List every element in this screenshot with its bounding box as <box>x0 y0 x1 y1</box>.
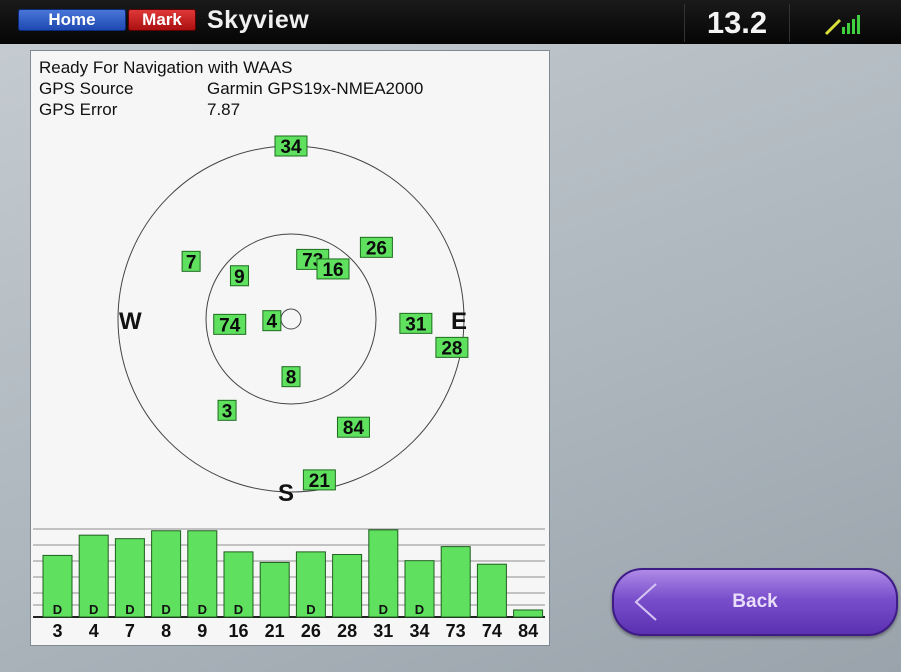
signal-bar-chart: D 3 D 4 D 7 D 8 D 9 D 16 21 D 26 28 D 31 D 34 73 74 84 <box>33 528 545 641</box>
bar-category-label: 3 <box>52 621 62 641</box>
signal-strength-icon <box>824 15 860 36</box>
bar-category-label: 34 <box>409 621 429 641</box>
signal-bar <box>513 609 544 618</box>
bar-flag: D <box>53 602 62 617</box>
signal-bar <box>476 563 507 618</box>
bar-category-label: 9 <box>197 621 207 641</box>
bar-flag: D <box>415 602 424 617</box>
bar-flag: D <box>161 602 170 617</box>
bar-flag: D <box>125 602 134 617</box>
bar-category-label: 16 <box>228 621 248 641</box>
arrow-left-icon <box>634 583 657 621</box>
bar-category-label: 84 <box>518 621 538 641</box>
bar-category-label: 26 <box>301 621 321 641</box>
top-bar: Home Mark Skyview 13.2 <box>0 0 901 44</box>
signal-bar <box>332 554 363 618</box>
bar-category-label: 28 <box>337 621 357 641</box>
back-button[interactable]: Back <box>612 568 898 636</box>
bar-category-label: 7 <box>125 621 135 641</box>
skyview-panel: Ready For Navigation with WAAS GPS Sourc… <box>30 50 550 646</box>
bar-flag: D <box>379 602 388 617</box>
bar-flag: D <box>89 602 98 617</box>
bar-category-label: 73 <box>446 621 466 641</box>
bar-category-label: 31 <box>373 621 393 641</box>
mark-button[interactable]: Mark <box>128 9 196 31</box>
back-button-label: Back <box>732 591 778 612</box>
bar-category-label: 21 <box>265 621 285 641</box>
bar-category-label: 74 <box>482 621 502 641</box>
home-button[interactable]: Home <box>18 9 126 31</box>
speed-readout: 13.2 <box>684 4 790 42</box>
bar-category-label: 4 <box>89 621 99 641</box>
signal-bar <box>440 546 471 618</box>
page-title: Skyview <box>207 6 310 34</box>
bar-category-label: 8 <box>161 621 171 641</box>
bar-flag: D <box>306 602 315 617</box>
bar-flag: D <box>198 602 207 617</box>
bar-flag: D <box>234 602 243 617</box>
signal-bar <box>259 561 290 618</box>
